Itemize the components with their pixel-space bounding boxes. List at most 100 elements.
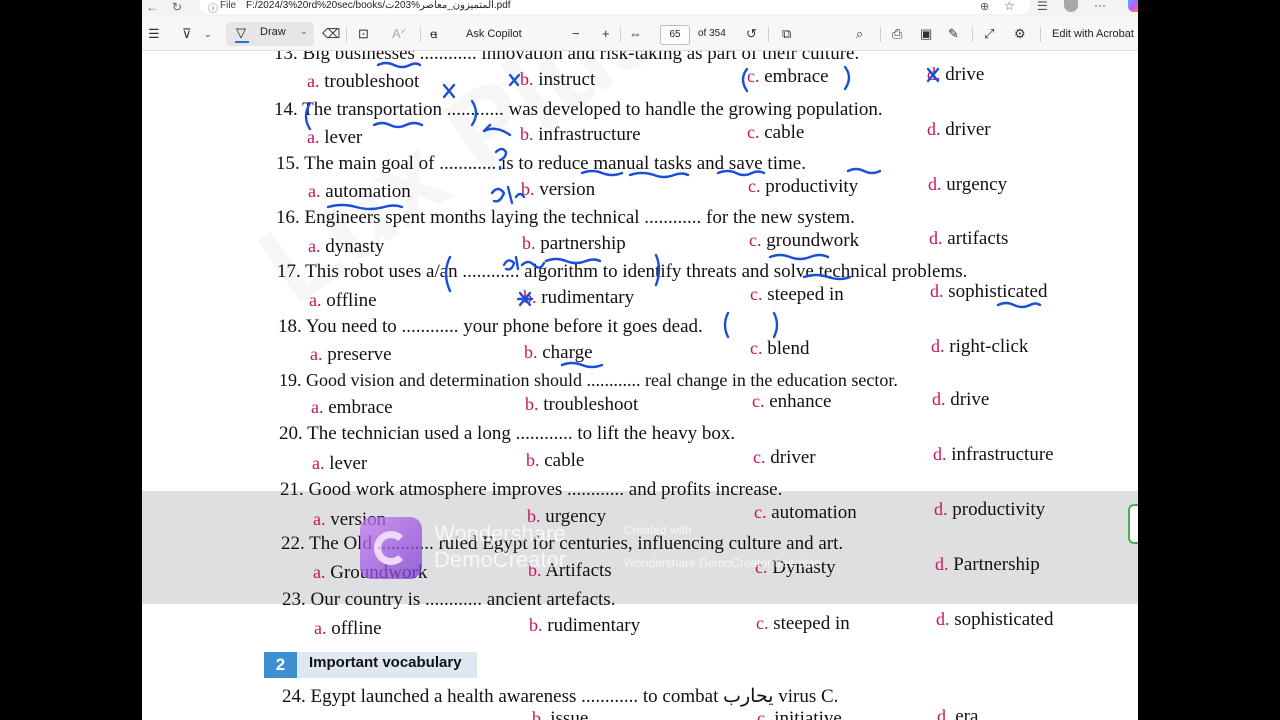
question-16: 16. Engineers spent months laying the te… [276,207,855,228]
option-18-d: d. right-click [931,336,1029,357]
option-14-d: d. driver [927,119,991,140]
left-black-margin [0,0,142,720]
option-22-d: d. Partnership [935,554,1040,575]
option-14-c: c. cable [747,122,805,143]
more-icon[interactable]: ··· [1094,0,1106,12]
option-17-b: b. rudimentary [523,287,635,308]
url-text[interactable]: F:/2024/3%20rd%20sec/books/المتميزون_معا… [246,0,511,11]
option-20-a: a. lever [312,453,368,474]
divider [880,27,881,42]
option-23-c: c. steeped in [756,613,850,634]
divider [620,27,621,42]
text-box-icon[interactable]: ⊡ [358,17,369,51]
text-icon[interactable]: Aᐟ [392,17,406,51]
divider [346,27,347,42]
zoom-in-button[interactable]: + [602,17,610,51]
save-icon[interactable]: ▣ [920,17,932,51]
option-20-d: d. infrastructure [933,444,1054,465]
option-13-c: c. embrace [747,66,829,87]
chevron-down-icon: ⌄ [300,26,308,36]
option-16-c: c. groundwork [749,230,860,251]
option-16-d: d. artifacts [929,228,1009,249]
question-13: 13. Big businesses ............ innovati… [274,51,860,64]
option-21-d: d. productivity [934,499,1046,520]
option-21-c: c. automation [754,502,857,523]
option-20-b: b. cable [526,450,585,471]
page-view-icon[interactable]: ⧉ [782,17,791,51]
fullscreen-icon[interactable]: ⤢ [984,17,994,51]
divider [1040,27,1041,42]
page-total: of 354 [698,28,726,39]
option-23-d: d. sophisticated [936,609,1054,630]
rotate-icon[interactable]: ↺ [746,17,757,51]
option-17-c: c. steeped in [750,284,844,305]
draw-label: Draw [260,26,286,38]
zoom-out-button[interactable]: − [572,17,580,51]
divider [972,27,973,42]
reload-icon[interactable]: ↻ [172,0,182,14]
question-24: 24. Egypt launched a health awareness ..… [282,686,839,707]
favorite-star-icon[interactable]: ☆ [1004,0,1015,13]
side-panel-tab[interactable] [1128,504,1138,544]
fit-page-icon[interactable]: ⇔ [629,17,642,51]
option-24-c: c. initiative [757,708,842,720]
question-14: 14. The transportation ............ was … [274,99,883,120]
favorites-icon[interactable]: ☰ [1037,0,1048,13]
option-24-d: d. era [937,706,979,720]
option-19-a: a. embrace [311,397,393,418]
option-24-b: b. issue [532,708,589,720]
divider [768,27,769,42]
watermark-created-with: Created with [624,523,692,537]
ink-bracket [723,311,730,339]
chevron-down-icon[interactable]: ⌄ [204,17,212,51]
zoom-icon[interactable]: ⊕ [980,0,989,13]
question-18: 18. You need to ............ your phone … [278,316,703,337]
option-19-d: d. drive [932,389,990,410]
browser-address-bar: ← ↻ ⓘ File F:/2024/3%20rd%20sec/books/ال… [142,0,1138,17]
section-title: Important vocabulary [309,654,462,671]
pdf-page: Lux Plus 13. Big businesses ............… [142,51,1138,720]
pen-color-indicator [235,41,249,43]
ink-underline [846,167,882,175]
ink-underline [768,253,830,261]
option-20-c: c. driver [753,447,816,468]
option-13-a: a. troubleshoot [307,71,420,92]
option-14-b: b. infrastructure [520,124,641,145]
question-20: 20. The technician used a long .........… [279,423,736,444]
right-black-margin [1138,0,1280,720]
search-icon[interactable]: ⌕ [856,17,863,51]
ink-bracket [843,65,851,91]
option-13-b: b. instruct [520,69,596,90]
contents-icon[interactable]: ☰ [148,17,160,51]
option-18-a: a. preserve [310,344,392,365]
edit-with-acrobat-button[interactable]: Edit with Acrobat [1052,17,1134,51]
pdf-toolbar: ☰ ⊽ ⌄ ▽ Draw ⌄ ⌫ ⊡ Aᐟ ꬰ Ask Copilot − + … [142,17,1138,51]
question-15: 15. The main goal of ............ is to … [276,153,806,174]
highlight-icon[interactable]: ⊽ [182,17,192,51]
draw-button[interactable]: ▽ Draw ⌄ [226,22,314,46]
print-icon[interactable]: ⎙ [892,17,902,51]
option-17-d: d. sophisticated [930,281,1048,302]
avatar[interactable] [1064,0,1078,12]
eraser-icon[interactable]: ⌫ [322,17,340,51]
page-number-input[interactable]: 65 [660,25,690,45]
ask-copilot-button[interactable]: Ask Copilot [466,17,522,51]
question-19: 19. Good vision and determination should… [279,370,898,390]
option-16-a: a. dynasty [308,236,385,257]
option-18-b: b. charge [524,342,593,363]
back-arrow-icon[interactable]: ← [146,0,158,14]
watermark-product: DemoCreator [434,547,567,572]
info-icon[interactable]: ⓘ [208,0,218,15]
option-18-c: c. blend [750,338,810,359]
ink-bracket [772,311,779,339]
ink-underline [996,301,1042,309]
option-13-d: d. drive [927,64,985,85]
option-19-c: c. enhance [752,391,832,412]
option-23-a: a. offline [314,618,382,639]
copilot-icon[interactable] [1128,0,1138,12]
option-14-a: a. lever [307,127,363,148]
read-aloud-icon[interactable]: ꬰ [430,17,437,51]
divider [420,27,421,42]
settings-gear-icon[interactable]: ⚙ [1014,17,1026,51]
save-as-icon[interactable]: ✎ [948,17,959,51]
